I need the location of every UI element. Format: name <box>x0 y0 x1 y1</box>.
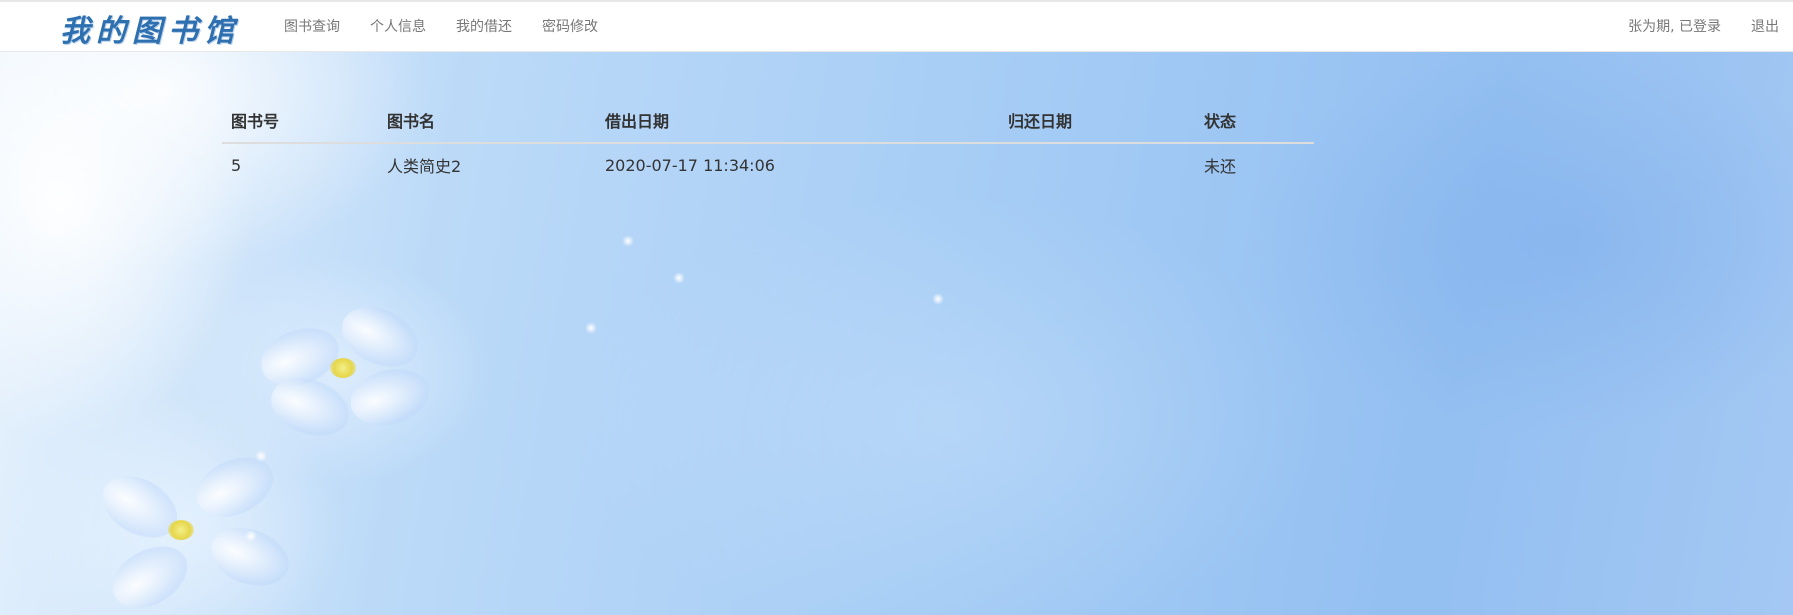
nav-links: 图书查询 个人信息 我的借还 密码修改 <box>269 2 613 52</box>
col-header-book-name: 图书名 <box>378 100 596 144</box>
cell-status: 未还 <box>1204 157 1237 176</box>
background-image <box>0 0 1793 615</box>
nav-link-book-search[interactable]: 图书查询 <box>269 2 355 52</box>
sparkle-decoration <box>585 322 597 334</box>
table-header-row: 图书号 图书名 借出日期 归还日期 状态 <box>222 100 1314 144</box>
col-header-book-id: 图书号 <box>222 100 378 144</box>
nav-right: 张为期, 已登录 退出 <box>1613 2 1793 52</box>
borrow-table: 图书号 图书名 借出日期 归还日期 状态 5 人类简史2 2020-07-17 … <box>222 100 1314 186</box>
cell-return-date <box>999 143 1195 186</box>
cell-borrow-date: 2020-07-17 11:34:06 <box>605 155 775 175</box>
col-header-status: 状态 <box>1195 100 1314 144</box>
borrow-records: 图书号 图书名 借出日期 归还日期 状态 5 人类简史2 2020-07-17 … <box>222 100 1314 186</box>
nav-link-my-borrowing[interactable]: 我的借还 <box>441 2 527 52</box>
cell-book-id: 5 <box>231 155 242 175</box>
col-header-return-date: 归还日期 <box>999 100 1195 144</box>
sparkle-decoration <box>932 293 944 305</box>
top-navbar: 我的图书馆 图书查询 个人信息 我的借还 密码修改 张为期, 已登录 退出 <box>0 0 1793 52</box>
cell-book-name: 人类简史2 <box>387 157 462 176</box>
col-header-borrow-date: 借出日期 <box>596 100 999 144</box>
sparkle-decoration <box>255 450 267 462</box>
table-row: 5 人类简史2 2020-07-17 11:34:06 未还 <box>222 143 1314 186</box>
nav-link-change-password[interactable]: 密码修改 <box>527 2 613 52</box>
user-status[interactable]: 张为期, 已登录 <box>1613 2 1736 52</box>
brand-logo[interactable]: 我的图书馆 <box>60 6 240 50</box>
sparkle-decoration <box>245 530 257 542</box>
sparkle-decoration <box>622 235 634 247</box>
sparkle-decoration <box>673 272 685 284</box>
logout-link[interactable]: 退出 <box>1736 2 1793 52</box>
nav-link-personal-info[interactable]: 个人信息 <box>355 2 441 52</box>
